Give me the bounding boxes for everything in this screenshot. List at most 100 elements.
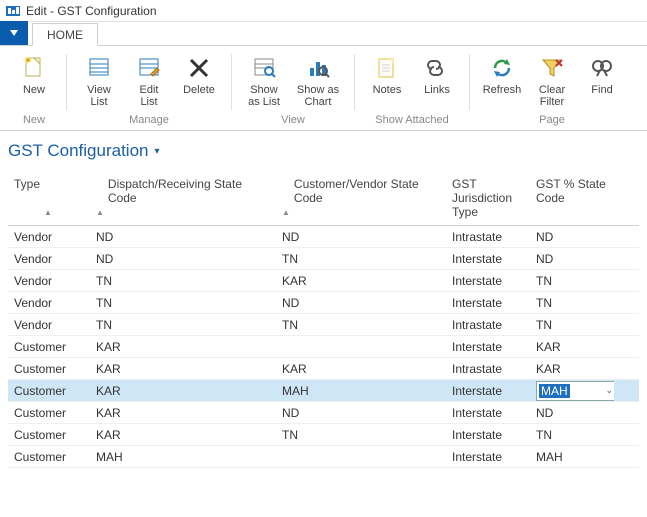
- table-cell[interactable]: KAR: [90, 384, 276, 398]
- col-header-custvend[interactable]: ▲Customer/Vendor State Code: [276, 177, 446, 219]
- links-label: Links: [424, 84, 450, 108]
- table-row[interactable]: CustomerKARTNInterstateTN: [8, 424, 639, 446]
- table-cell[interactable]: TN: [530, 296, 614, 310]
- show-as-list-label: Show as List: [248, 84, 280, 108]
- refresh-icon: [488, 54, 516, 82]
- table-row[interactable]: CustomerKARMAHInterstate MAH⌄: [8, 380, 639, 402]
- table-cell[interactable]: Customer: [8, 428, 90, 442]
- table-cell[interactable]: Intrastate: [446, 362, 530, 376]
- table-cell[interactable]: Interstate: [446, 428, 530, 442]
- table-cell[interactable]: Interstate: [446, 340, 530, 354]
- table-row[interactable]: VendorTNKARInterstateTN: [8, 270, 639, 292]
- data-grid: Type▲ ▲Dispatch/Receiving State Code ▲Cu…: [0, 165, 647, 468]
- table-cell[interactable]: TN: [530, 274, 614, 288]
- table-cell[interactable]: MAH: [90, 450, 276, 464]
- table-row[interactable]: CustomerKARKARIntrastateKAR: [8, 358, 639, 380]
- links-button[interactable]: Links: [415, 52, 459, 110]
- table-cell[interactable]: ND: [276, 406, 446, 420]
- table-cell[interactable]: Customer: [8, 406, 90, 420]
- notes-button[interactable]: Notes: [365, 52, 409, 110]
- table-cell[interactable]: ND: [90, 252, 276, 266]
- table-cell[interactable]: ND: [276, 296, 446, 310]
- table-cell[interactable]: Interstate: [446, 274, 530, 288]
- col-header-type[interactable]: Type▲: [8, 177, 90, 219]
- col-header-jurisdiction[interactable]: GST Jurisdiction Type: [446, 177, 530, 219]
- table-cell[interactable]: KAR: [530, 340, 614, 354]
- delete-icon: [185, 54, 213, 82]
- table-cell[interactable]: Customer: [8, 362, 90, 376]
- page-heading[interactable]: GST Configuration ▾: [0, 131, 647, 165]
- table-cell[interactable]: KAR: [530, 362, 614, 376]
- table-cell[interactable]: Interstate: [446, 296, 530, 310]
- table-cell[interactable]: Vendor: [8, 252, 90, 266]
- table-row[interactable]: CustomerMAHInterstateMAH: [8, 446, 639, 468]
- table-cell[interactable]: ND: [530, 230, 614, 244]
- table-row[interactable]: CustomerKARInterstateKAR: [8, 336, 639, 358]
- table-cell[interactable]: KAR: [276, 362, 446, 376]
- table-cell[interactable]: MAH: [530, 450, 614, 464]
- table-cell[interactable]: Customer: [8, 340, 90, 354]
- chevron-down-icon[interactable]: ⌄: [605, 385, 613, 396]
- delete-button[interactable]: Delete: [177, 52, 221, 110]
- ribbon: New New View List Edit List: [0, 46, 647, 131]
- table-cell[interactable]: KAR: [90, 362, 276, 376]
- table-row[interactable]: VendorTNNDInterstateTN: [8, 292, 639, 314]
- table-cell[interactable]: ND: [276, 230, 446, 244]
- table-cell[interactable]: Vendor: [8, 296, 90, 310]
- table-cell[interactable]: Vendor: [8, 274, 90, 288]
- table-cell[interactable]: TN: [276, 428, 446, 442]
- table-cell[interactable]: Interstate: [446, 252, 530, 266]
- table-cell[interactable]: TN: [530, 428, 614, 442]
- table-cell[interactable]: TN: [90, 296, 276, 310]
- table-row[interactable]: CustomerKARNDInterstateND: [8, 402, 639, 424]
- col-header-gstpct[interactable]: GST % State Code: [530, 177, 614, 219]
- page-title: GST Configuration: [8, 141, 148, 161]
- table-row[interactable]: VendorNDTNInterstateND: [8, 248, 639, 270]
- edit-list-button[interactable]: Edit List: [127, 52, 171, 110]
- table-row[interactable]: VendorTNTNIntrastateTN: [8, 314, 639, 336]
- table-cell[interactable]: Interstate: [446, 406, 530, 420]
- table-cell[interactable]: KAR: [90, 340, 276, 354]
- sort-asc-icon: ▲: [44, 208, 52, 219]
- clear-filter-button[interactable]: Clear Filter: [530, 52, 574, 110]
- new-icon: [20, 54, 48, 82]
- show-as-chart-button[interactable]: Show as Chart: [292, 52, 344, 110]
- show-as-chart-label: Show as Chart: [297, 84, 339, 108]
- table-cell[interactable]: ND: [530, 252, 614, 266]
- table-cell[interactable]: TN: [276, 318, 446, 332]
- table-cell-editing[interactable]: MAH⌄: [530, 381, 614, 401]
- table-cell[interactable]: TN: [276, 252, 446, 266]
- col-header-dispatch[interactable]: ▲Dispatch/Receiving State Code: [90, 177, 276, 219]
- find-button[interactable]: Find: [580, 52, 624, 110]
- table-cell[interactable]: MAH: [276, 384, 446, 398]
- app-menu-button[interactable]: [0, 21, 28, 45]
- new-button[interactable]: New: [12, 52, 56, 110]
- table-cell[interactable]: TN: [90, 318, 276, 332]
- show-as-list-icon: [250, 54, 278, 82]
- window-title: Edit - GST Configuration: [26, 4, 157, 18]
- show-as-list-button[interactable]: Show as List: [242, 52, 286, 110]
- table-cell[interactable]: Customer: [8, 450, 90, 464]
- table-cell[interactable]: Interstate: [446, 450, 530, 464]
- clear-filter-icon: [538, 54, 566, 82]
- table-cell[interactable]: TN: [530, 318, 614, 332]
- table-cell[interactable]: KAR: [276, 274, 446, 288]
- gst-state-code-input[interactable]: MAH⌄: [536, 381, 614, 401]
- table-cell[interactable]: ND: [530, 406, 614, 420]
- sort-asc-icon: ▲: [96, 208, 104, 219]
- table-cell[interactable]: Vendor: [8, 318, 90, 332]
- table-cell[interactable]: KAR: [90, 406, 276, 420]
- find-icon: [588, 54, 616, 82]
- refresh-button[interactable]: Refresh: [480, 52, 524, 110]
- table-cell[interactable]: KAR: [90, 428, 276, 442]
- table-cell[interactable]: Interstate: [446, 384, 530, 398]
- table-cell[interactable]: Customer: [8, 384, 90, 398]
- table-cell[interactable]: ND: [90, 230, 276, 244]
- table-row[interactable]: VendorNDNDIntrastateND: [8, 226, 639, 248]
- table-cell[interactable]: Vendor: [8, 230, 90, 244]
- table-cell[interactable]: Intrastate: [446, 318, 530, 332]
- table-cell[interactable]: Intrastate: [446, 230, 530, 244]
- view-list-button[interactable]: View List: [77, 52, 121, 110]
- tab-home[interactable]: HOME: [32, 23, 98, 46]
- table-cell[interactable]: TN: [90, 274, 276, 288]
